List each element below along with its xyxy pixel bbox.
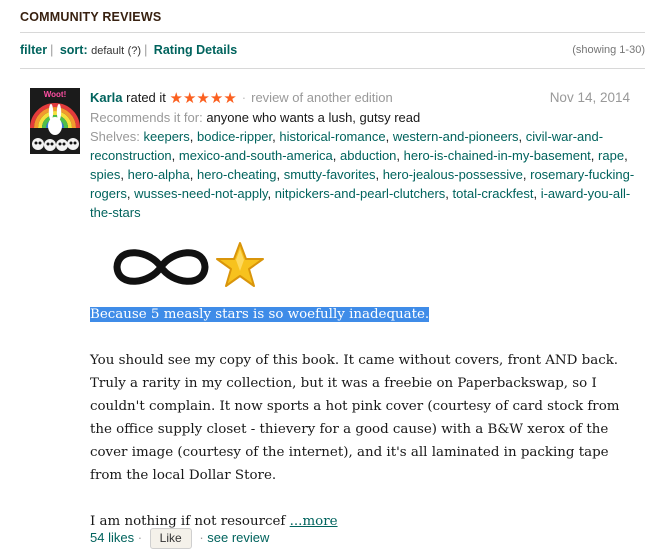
review-date-link[interactable]: Nov 14, 2014 bbox=[550, 88, 630, 107]
more-link[interactable]: ...more bbox=[290, 514, 338, 529]
separator: | bbox=[50, 43, 54, 57]
reviewer-name-link[interactable]: Karla bbox=[90, 90, 123, 105]
shelf-link[interactable]: hero-jealous-possessive bbox=[383, 167, 523, 182]
showing-count: (showing 1-30) bbox=[572, 44, 645, 56]
user-avatar[interactable]: Woot! bbox=[30, 88, 80, 154]
review-footer: 54 likes · Like · see review bbox=[90, 528, 269, 549]
like-button[interactable]: Like bbox=[149, 528, 192, 549]
shelf-link[interactable]: nitpickers-and-pearl-clutchers bbox=[275, 186, 446, 201]
recommends-row: Recommends it for: anyone who wants a lu… bbox=[90, 108, 635, 127]
sort-help-link[interactable]: (?) bbox=[128, 45, 141, 57]
recommends-label: Recommends it for: bbox=[90, 110, 203, 125]
divider bbox=[20, 32, 645, 33]
shelf-link[interactable]: hero-cheating bbox=[197, 167, 277, 182]
shelves-list: Shelves: keepers, bodice-ripper, histori… bbox=[90, 129, 635, 220]
separator-dot: · bbox=[241, 90, 247, 105]
shelf-link[interactable]: abduction bbox=[340, 148, 396, 163]
emoji-row bbox=[90, 232, 635, 302]
likes-count-link[interactable]: 54 likes bbox=[90, 530, 134, 545]
shelf-link[interactable]: mexico-and-south-america bbox=[179, 148, 333, 163]
shelf-link[interactable]: smutty-favorites bbox=[284, 167, 376, 182]
truncated-text: I am nothing if not resourcef bbox=[90, 514, 286, 529]
rainbow-bunny-skulls-avatar: Woot! bbox=[30, 88, 80, 154]
shelf-link[interactable]: keepers bbox=[144, 129, 190, 144]
separator-dot: · bbox=[199, 530, 204, 545]
shelf-link[interactable]: total-crackfest bbox=[453, 186, 534, 201]
rating-details-link[interactable]: Rating Details bbox=[154, 43, 237, 57]
separator-dot: · bbox=[137, 530, 143, 545]
review-text: Because 5 measly stars is so woefully in… bbox=[90, 303, 635, 533]
shelf-link[interactable]: bodice-ripper bbox=[197, 129, 272, 144]
separator: | bbox=[144, 43, 148, 57]
see-review-link[interactable]: see review bbox=[207, 530, 269, 545]
edition-note-link[interactable]: review of another edition bbox=[251, 90, 393, 105]
sort-value[interactable]: default bbox=[91, 45, 124, 57]
divider bbox=[20, 68, 645, 69]
shelf-link[interactable]: rape bbox=[598, 148, 624, 163]
review-body: Karla rated it ★★★★★ · review of another e… bbox=[90, 88, 635, 533]
shelf-link[interactable]: western-and-pioneers bbox=[393, 129, 519, 144]
infinity-icon bbox=[113, 249, 209, 285]
shelf-link[interactable]: historical-romance bbox=[279, 129, 385, 144]
shelf-link[interactable]: wusses-need-not-apply bbox=[134, 186, 267, 201]
review-toolbar: filter | sort: default (?) | Rating Detail… bbox=[20, 43, 645, 57]
shelf-link[interactable]: spies bbox=[90, 167, 120, 182]
rated-it-label: rated it bbox=[126, 90, 166, 105]
highlighted-text: Because 5 measly stars is so woefully in… bbox=[90, 307, 430, 322]
star-rating: ★★★★★ bbox=[169, 90, 237, 107]
recommends-value: anyone who wants a lush, gutsy read bbox=[206, 110, 421, 125]
shelf-link[interactable]: hero-is-chained-in-my-basement bbox=[404, 148, 591, 163]
review-paragraph: You should see my copy of this book. It … bbox=[90, 353, 620, 483]
filter-link[interactable]: filter bbox=[20, 43, 47, 57]
shelf-link[interactable]: hero-alpha bbox=[128, 167, 190, 182]
star-icon bbox=[216, 242, 264, 287]
sort-label[interactable]: sort: bbox=[60, 43, 88, 57]
avatar-caption: Woot! bbox=[44, 90, 67, 99]
review-header: Karla rated it ★★★★★ · review of another e… bbox=[90, 88, 635, 108]
section-title: COMMUNITY REVIEWS bbox=[20, 10, 162, 24]
shelves-label: Shelves: bbox=[90, 129, 140, 144]
